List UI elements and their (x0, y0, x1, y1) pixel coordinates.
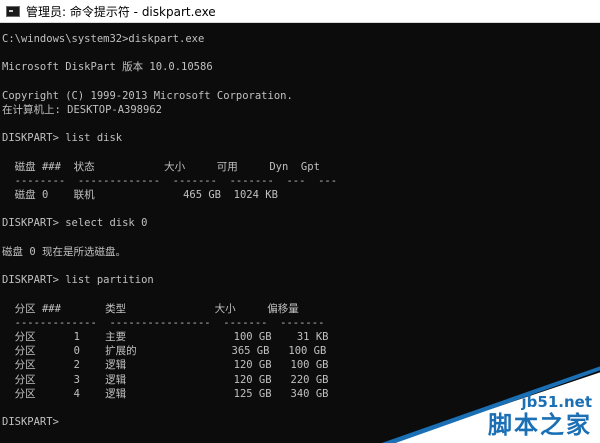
console-line: DISKPART> list disk (2, 132, 123, 145)
command-prompt-window: 管理员: 命令提示符 - diskpart.exe C:\windows\sys… (0, 0, 600, 443)
console-line: 磁盘 ### 状态 大小 可用 Dyn Gpt (2, 160, 320, 173)
console-line: ------------- ---------------- ------- -… (2, 316, 325, 329)
console-output[interactable]: C:\windows\system32>diskpart.exe Microsof… (2, 32, 600, 429)
console-line: 分区 0 扩展的 365 GB 100 GB (2, 345, 327, 358)
console-line: Microsoft DiskPart 版本 10.0.10586 (2, 61, 213, 74)
console-line: -------- ------------- ------- ------- -… (2, 174, 338, 187)
console-line: DISKPART> list partition (2, 274, 154, 287)
console-line: 分区 1 主要 100 GB 31 KB (2, 330, 329, 343)
console-line: 分区 2 逻辑 120 GB 100 GB (2, 359, 329, 372)
console-line: C:\windows\system32>diskpart.exe (2, 33, 205, 45)
title-bar[interactable]: 管理员: 命令提示符 - diskpart.exe (0, 0, 600, 23)
console-app-icon (6, 5, 20, 17)
console-line: 分区 4 逻辑 125 GB 340 GB (2, 387, 329, 400)
console-line: Copyright (C) 1999-2013 Microsoft Corpor… (2, 89, 293, 102)
console-line: DISKPART> (2, 416, 59, 429)
console-line: 磁盘 0 联机 465 GB 1024 KB (2, 189, 278, 202)
console-line: 分区 3 逻辑 120 GB 220 GB (2, 373, 329, 386)
window-title: 管理员: 命令提示符 - diskpart.exe (26, 4, 216, 19)
console-line: 分区 ### 类型 大小 偏移量 (2, 302, 299, 315)
console-line: DISKPART> select disk 0 (2, 217, 148, 230)
console-line: 磁盘 0 现在是所选磁盘。 (2, 245, 126, 258)
console-line: 在计算机上: DESKTOP-A398962 (2, 103, 162, 116)
